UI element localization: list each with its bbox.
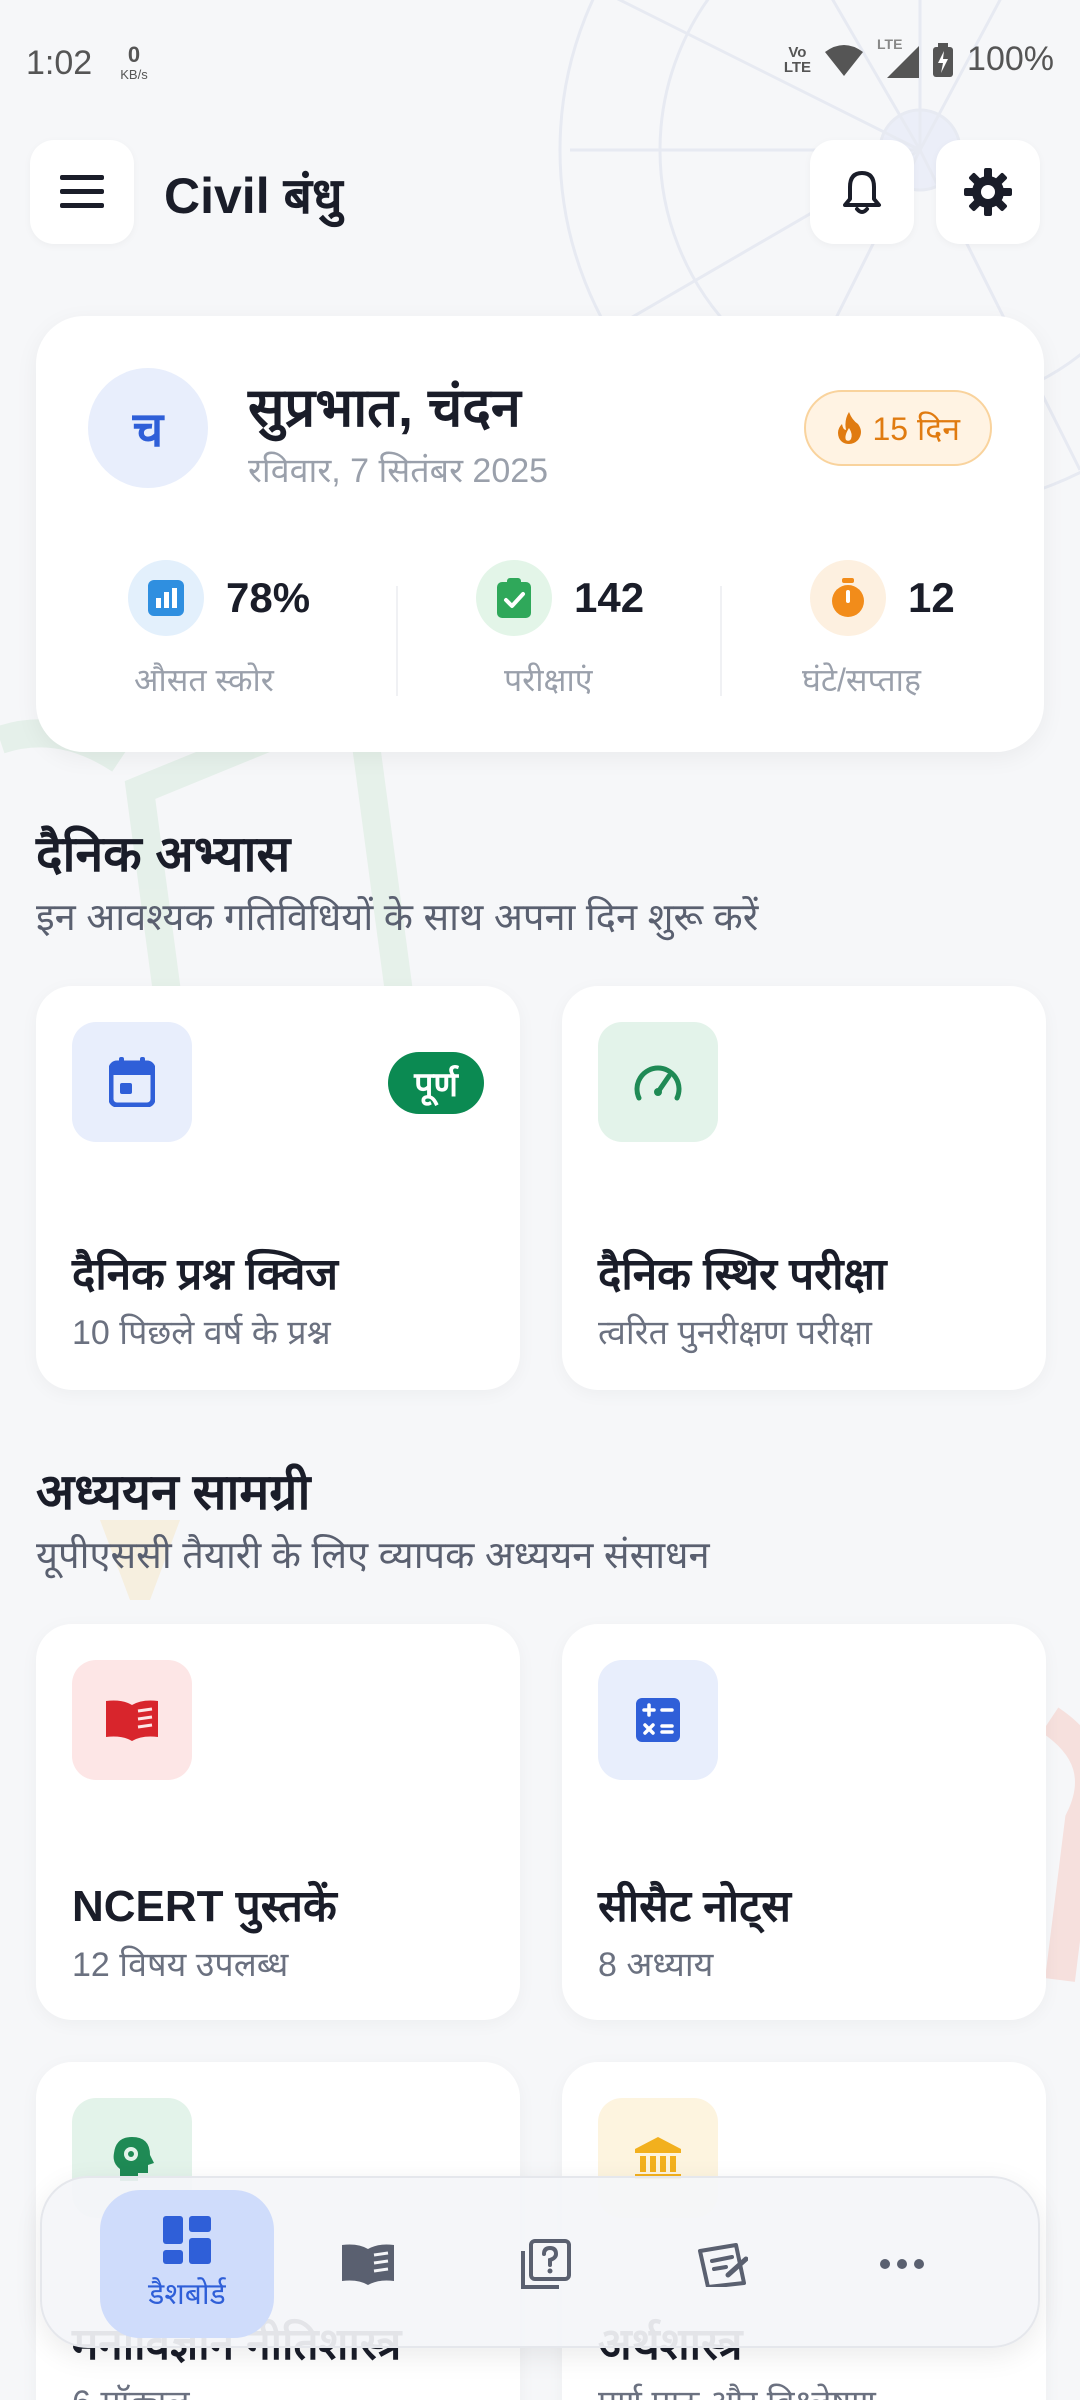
section-title-daily-practice: दैनिक अभ्यास [36, 826, 291, 882]
daily-static-test-card[interactable]: दैनिक स्थिर परीक्षा त्वरित पुनरीक्षण परी… [562, 986, 1046, 1390]
volte-top: Vo [788, 43, 807, 61]
stat-tests: 142 परीक्षाएं [476, 560, 776, 701]
stat-label: औसत स्कोर [134, 662, 274, 698]
speedometer-icon [598, 1022, 718, 1142]
dashboard-icon [163, 2215, 211, 2264]
daily-quiz-card[interactable]: पूर्ण दैनिक प्रश्न क्विज 10 पिछले वर्ष क… [36, 986, 520, 1390]
card-title: दैनिक स्थिर परीक्षा [598, 1250, 887, 1299]
card-subtitle: 6 मॉड्यूल [72, 2378, 190, 2400]
card-subtitle: पूर्ण पाठ और विश्लेषण [598, 2378, 876, 2400]
welcome-card: च सुप्रभात, चंदन रविवार, 7 सितंबर 2025 1… [36, 316, 1044, 752]
exam-icon [698, 2243, 748, 2287]
stopwatch-icon [810, 560, 886, 636]
section-subtitle-study-material: यूपीएससी तैयारी के लिए व्यापक अध्ययन संस… [36, 1535, 710, 1577]
stat-divider [720, 586, 722, 696]
card-subtitle: त्वरित पुनरीक्षण परीक्षा [598, 1314, 872, 1352]
card-title: सीसैट नोट्स [598, 1882, 792, 1931]
network-speed-unit: KB/s [120, 67, 148, 82]
nav-label: डैशबोर्ड [148, 2277, 226, 2311]
streak-badge[interactable]: 15 दिन [804, 390, 992, 466]
streak-text: 15 दिन [872, 410, 960, 447]
flame-icon [838, 412, 862, 444]
card-title: दैनिक प्रश्न क्विज [72, 1250, 339, 1299]
gear-icon [964, 168, 1012, 216]
stat-hours: 12 घंटे/सप्ताह [802, 560, 1080, 701]
notifications-button[interactable] [810, 140, 914, 244]
app-bar: Civil बंधु [30, 140, 1040, 244]
battery-percent: 100% [967, 40, 1054, 78]
stat-value: 78% [226, 574, 311, 621]
battery-icon [933, 42, 954, 77]
stat-label: घंटे/सप्ताह [802, 662, 921, 698]
hamburger-icon [60, 175, 104, 208]
completed-badge: पूर्ण [388, 1052, 484, 1114]
csat-notes-card[interactable]: सीसैट नोट्स 8 अध्याय [562, 1624, 1046, 2020]
date-text: रविवार, 7 सितंबर 2025 [248, 452, 549, 490]
settings-button[interactable] [936, 140, 1040, 244]
greeting: सुप्रभात, चंदन [248, 378, 521, 438]
bell-icon [843, 171, 881, 214]
section-title-study-material: अध्ययन सामग्री [36, 1464, 311, 1520]
more-icon [880, 2259, 924, 2269]
nav-more[interactable] [842, 2190, 962, 2338]
stat-value: 12 [908, 574, 955, 621]
bottom-navigation: डैशबोर्ड [40, 2176, 1040, 2348]
card-subtitle: 8 अध्याय [598, 1946, 714, 1984]
stat-divider [396, 586, 398, 696]
nav-exams[interactable] [662, 2190, 782, 2338]
book-icon [342, 2244, 394, 2285]
clipboard-check-icon [476, 560, 552, 636]
card-title: NCERT पुस्तकें [72, 1882, 337, 1931]
question-icon [521, 2239, 571, 2289]
stat-value: 142 [574, 574, 645, 621]
card-subtitle: 12 विषय उपलब्ध [72, 1946, 289, 1984]
nav-quiz[interactable] [486, 2190, 606, 2338]
calendar-icon [72, 1022, 192, 1142]
stat-label: परीक्षाएं [504, 662, 593, 698]
ncert-books-card[interactable]: NCERT पुस्तकें 12 विषय उपलब्ध [36, 1624, 520, 2020]
cellular-icon: LTE [877, 36, 920, 78]
bar-chart-icon [128, 560, 204, 636]
calculator-icon [598, 1660, 718, 1780]
status-bar: 1:02 0 KB/s Vo LTE LTE 100% [0, 0, 1080, 120]
network-speed-value: 0 [127, 42, 141, 67]
section-subtitle-daily-practice: इन आवश्यक गतिविधियों के साथ अपना दिन शुर… [36, 897, 759, 939]
status-time: 1:02 [26, 44, 93, 82]
volte-icon: Vo LTE [784, 45, 811, 75]
nav-dashboard[interactable]: डैशबोर्ड [100, 2190, 274, 2338]
stat-average-score: 78% औसत स्कोर [128, 560, 428, 701]
network-speed: 0 KB/s [116, 42, 152, 82]
nav-books[interactable] [308, 2190, 428, 2338]
app-title: Civil बंधु [164, 168, 343, 224]
open-book-icon [72, 1660, 192, 1780]
wifi-icon [825, 44, 864, 76]
volte-bottom: LTE [783, 58, 812, 76]
card-subtitle: 10 पिछले वर्ष के प्रश्न [72, 1314, 331, 1352]
menu-button[interactable] [30, 140, 134, 244]
avatar[interactable]: च [88, 368, 208, 488]
status-icons: Vo LTE LTE 100% [784, 36, 1054, 79]
